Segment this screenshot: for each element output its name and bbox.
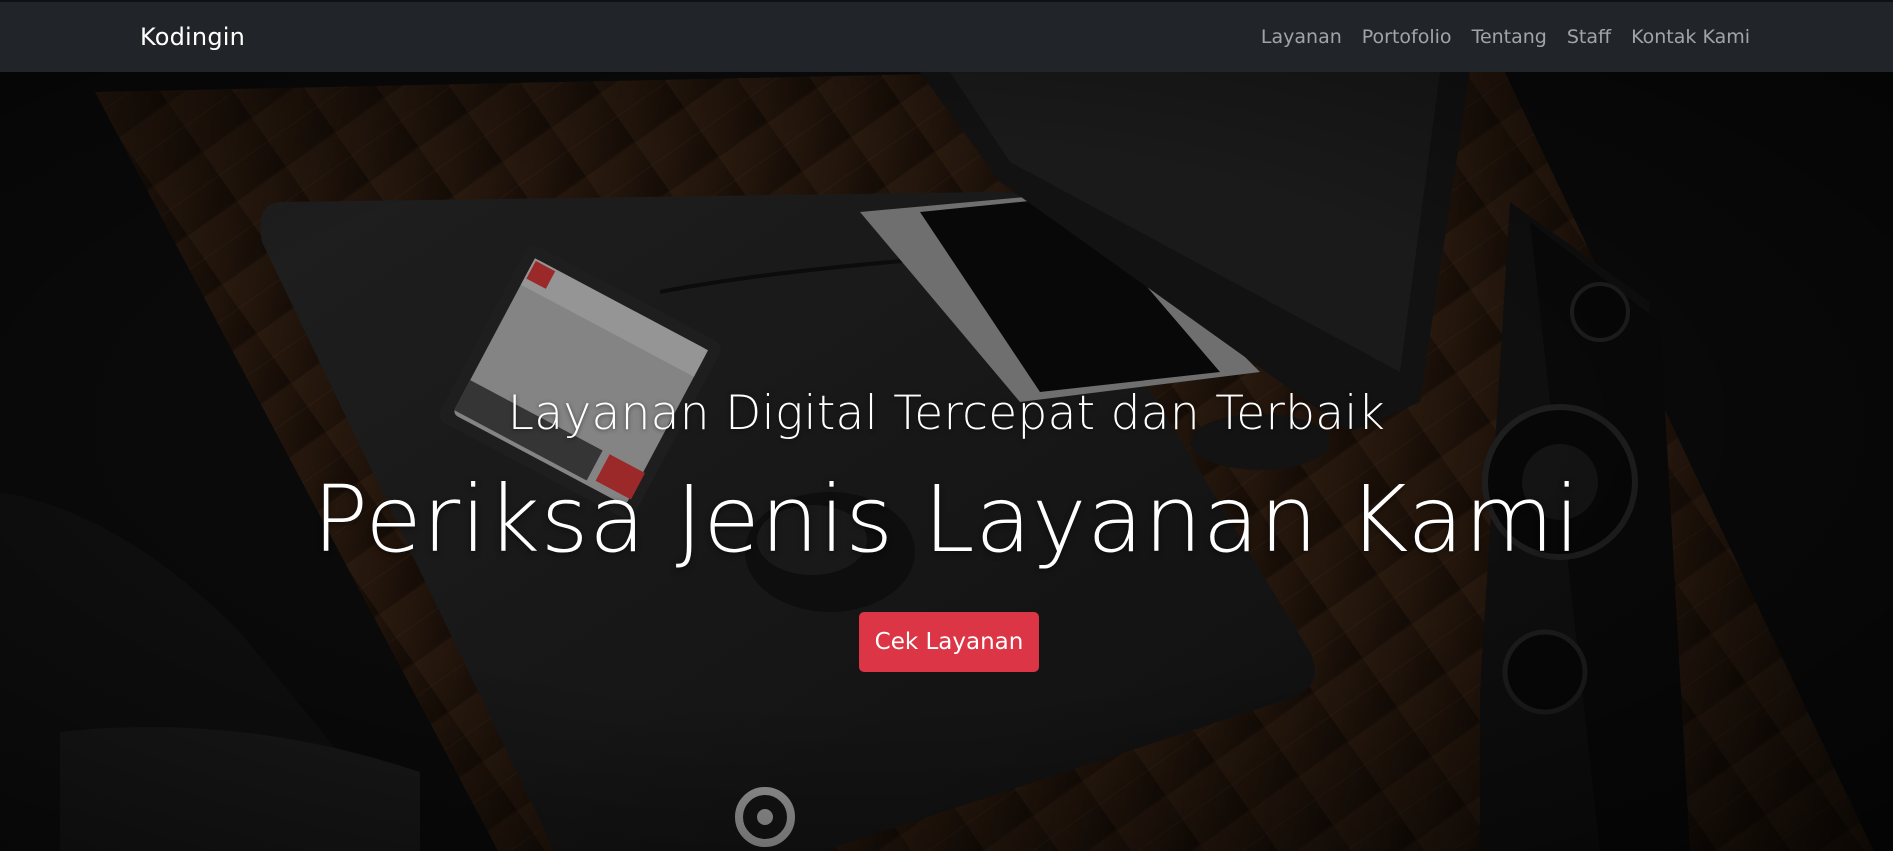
- hero-heading: Periksa Jenis Layanan Kami: [312, 466, 1581, 573]
- nav-link-portofolio[interactable]: Portofolio: [1362, 26, 1452, 48]
- cek-layanan-button[interactable]: Cek Layanan: [859, 612, 1039, 672]
- nav-item-staff: Staff: [1567, 26, 1611, 48]
- nav-link-tentang[interactable]: Tentang: [1472, 26, 1547, 48]
- hero-content: Layanan Digital Tercepat dan Terbaik Per…: [0, 72, 1893, 851]
- top-navbar: Kodingin Layanan Portofolio Tentang Staf…: [0, 0, 1893, 72]
- nav-item-tentang: Tentang: [1472, 26, 1547, 48]
- nav-link-staff[interactable]: Staff: [1567, 26, 1611, 48]
- brand-logo-link[interactable]: Kodingin: [140, 23, 245, 51]
- nav-item-layanan: Layanan: [1261, 26, 1342, 48]
- nav-link-layanan[interactable]: Layanan: [1261, 26, 1342, 48]
- nav-item-portofolio: Portofolio: [1362, 26, 1452, 48]
- hero-subheading: Layanan Digital Tercepat dan Terbaik: [507, 386, 1386, 441]
- nav-link-kontak-kami[interactable]: Kontak Kami: [1631, 26, 1750, 48]
- nav-links: Layanan Portofolio Tentang Staff Kontak …: [1261, 26, 1750, 48]
- hero-section: Layanan Digital Tercepat dan Terbaik Per…: [0, 72, 1893, 851]
- nav-item-kontak-kami: Kontak Kami: [1631, 26, 1750, 48]
